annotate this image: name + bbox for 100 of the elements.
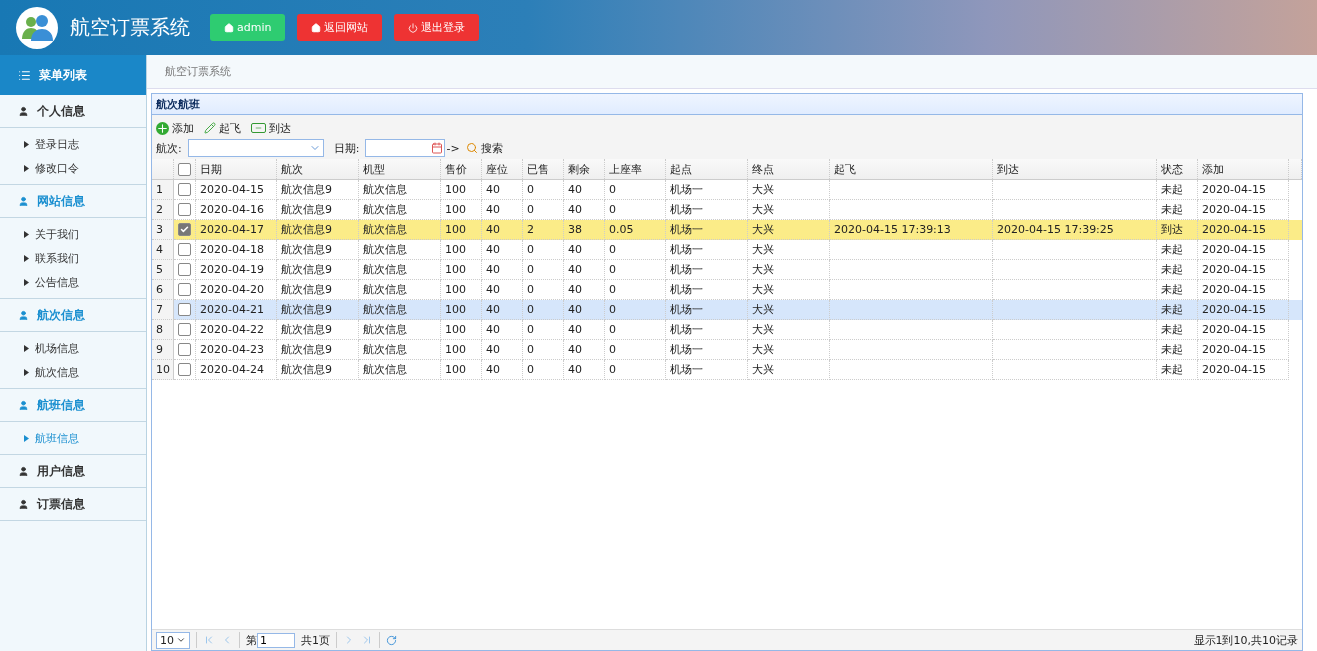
caret-icon: [24, 254, 29, 262]
caret-icon: [24, 164, 29, 172]
power-icon: [408, 22, 419, 33]
checkbox[interactable]: [178, 183, 191, 196]
list-icon: [18, 68, 31, 82]
row-number: 5: [152, 260, 174, 280]
toolbar-button[interactable]: 到达: [251, 120, 295, 136]
field-label: 日期:: [333, 140, 360, 156]
column-header[interactable]: 日期: [196, 159, 277, 179]
row-number: 10: [152, 360, 174, 380]
column-header[interactable]: 售价: [441, 159, 482, 179]
table-cell: 未起: [1157, 360, 1198, 380]
column-header[interactable]: 终点: [748, 159, 830, 179]
menu-item[interactable]: 登录日志: [0, 132, 146, 156]
row-number: 7: [152, 300, 174, 320]
checkbox[interactable]: [178, 162, 191, 176]
table-cell: 航次信息: [359, 360, 441, 380]
checkbox[interactable]: [178, 283, 191, 296]
table-cell: 大兴: [748, 360, 830, 380]
checkbox[interactable]: [178, 323, 191, 336]
header-button[interactable]: 退出登录: [394, 14, 480, 41]
table-cell: 100: [441, 360, 482, 380]
column-header[interactable]: 已售: [523, 159, 564, 179]
menu-item[interactable]: 联系我们: [0, 246, 146, 270]
caret-icon: [24, 140, 29, 148]
column-header[interactable]: 机型: [359, 159, 441, 179]
table-cell: 2020-04-24: [196, 360, 277, 380]
menu-item[interactable]: 修改口令: [0, 156, 146, 180]
breadcrumb[interactable]: 航空订票系统: [165, 64, 231, 79]
checkbox[interactable]: [178, 263, 191, 276]
user-icon: [18, 498, 29, 510]
table-cell: 2020-04-15: [1198, 360, 1289, 380]
caret-icon: [24, 434, 29, 442]
column-header[interactable]: 起点: [666, 159, 748, 179]
table-cell: 0: [605, 360, 666, 380]
range-arrow: ->: [446, 141, 460, 155]
page-input[interactable]: 1: [257, 632, 295, 648]
menu-item[interactable]: 机场信息: [0, 336, 146, 360]
menu-item[interactable]: 航次信息: [0, 360, 146, 384]
user-icon: [18, 399, 29, 411]
toolbar-button[interactable]: 添加: [156, 120, 198, 136]
checkbox[interactable]: [178, 303, 191, 316]
search-icon: [465, 142, 478, 154]
menu-group[interactable]: 个人信息: [0, 95, 146, 128]
menu-item[interactable]: 关于我们: [0, 222, 146, 246]
menu-item[interactable]: 公告信息: [0, 270, 146, 294]
header-button[interactable]: 返回网站: [297, 14, 383, 41]
column-header[interactable]: 座位: [482, 159, 523, 179]
page-info: 显示1到10,共10记录: [1193, 632, 1298, 648]
checkbox[interactable]: [178, 343, 191, 356]
column-header[interactable]: 航次: [277, 159, 359, 179]
search-button[interactable]: 搜索: [465, 140, 507, 156]
menu-title: 菜单列表: [0, 55, 146, 95]
date-field[interactable]: [365, 139, 446, 157]
caret-icon: [24, 230, 29, 238]
checkbox[interactable]: [178, 363, 191, 376]
calendar-icon: [431, 142, 444, 154]
column-header[interactable]: 添加: [1198, 159, 1289, 179]
app-title: 航空订票系统: [70, 14, 190, 41]
user-icon: [18, 465, 29, 477]
menu-item[interactable]: 航班信息: [0, 426, 146, 450]
row-number: 2: [152, 200, 174, 220]
user-icon: [18, 105, 29, 117]
checkbox[interactable]: [178, 203, 191, 216]
menu-group[interactable]: 用户信息: [0, 455, 146, 488]
page-total: 共1页: [301, 632, 330, 648]
row-number: 1: [152, 180, 174, 200]
page-prefix: 第: [246, 632, 257, 648]
row-number: 3: [152, 220, 174, 240]
minus-icon: [251, 123, 266, 133]
caret-icon: [24, 278, 29, 286]
pencil-icon: [204, 122, 216, 134]
caret-icon: [24, 368, 29, 376]
toolbar-button[interactable]: 起飞: [204, 120, 245, 136]
column-header[interactable]: 起飞: [830, 159, 993, 179]
column-header[interactable]: 状态: [1157, 159, 1198, 179]
column-header[interactable]: 剩余: [564, 159, 605, 179]
column-header[interactable]: 到达: [993, 159, 1157, 179]
flight-select[interactable]: [187, 139, 324, 157]
column-header[interactable]: 上座率: [605, 159, 666, 179]
page-size-select[interactable]: 10: [156, 631, 190, 649]
table-cell: 航次信息9: [277, 360, 359, 380]
user-icon: [18, 195, 29, 207]
refresh-icon[interactable]: [386, 634, 397, 646]
caret-icon: [24, 344, 29, 352]
checkbox[interactable]: [178, 243, 191, 256]
logo-icon: [16, 6, 58, 49]
check-icon: [180, 225, 189, 234]
table-cell: 0: [523, 360, 564, 380]
row-number: 9: [152, 340, 174, 360]
checkbox[interactable]: [178, 223, 191, 236]
table-cell: 40: [564, 360, 605, 380]
plus-icon: [156, 121, 169, 135]
chevron-down-icon: [176, 635, 186, 645]
field-label: 航次:: [156, 140, 182, 156]
menu-group[interactable]: 订票信息: [0, 488, 146, 521]
home-icon: [311, 22, 322, 33]
row-number: 6: [152, 280, 174, 300]
user-icon: [18, 309, 29, 321]
table-cell: 40: [482, 360, 523, 380]
